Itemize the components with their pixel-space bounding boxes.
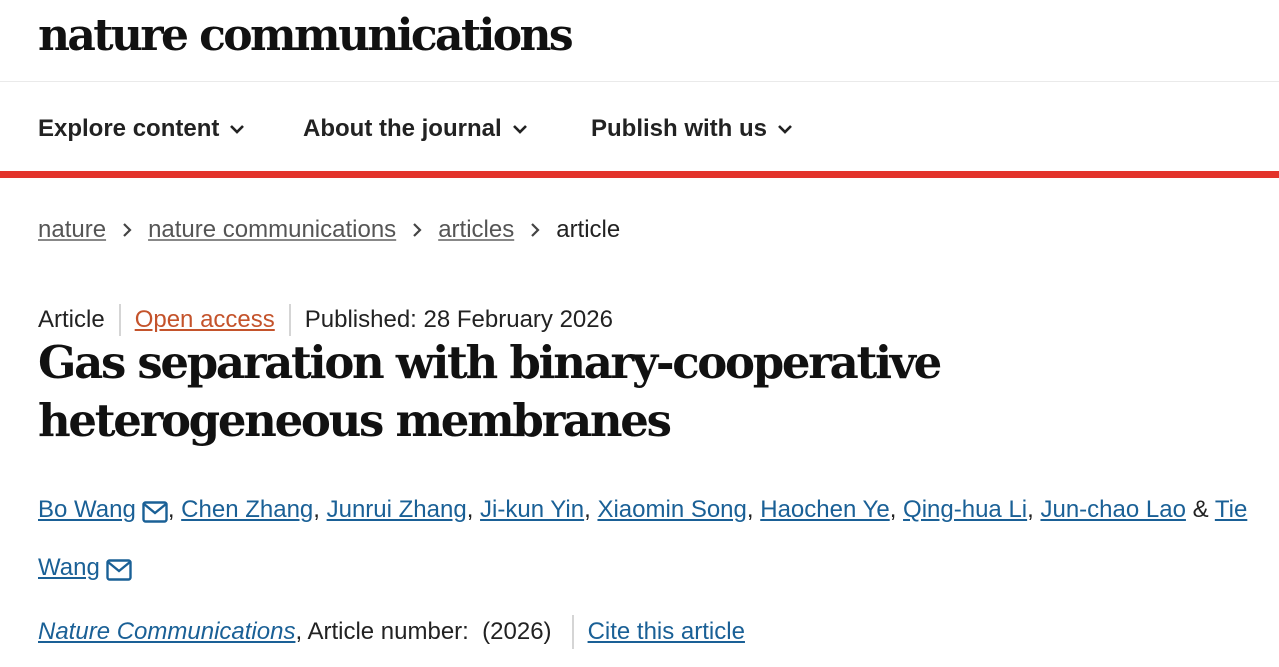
author-link[interactable]: Xiaomin Song [597, 496, 746, 523]
open-access-link[interactable]: Open access [135, 306, 275, 334]
nav-label: About the journal [303, 115, 502, 142]
divider [288, 304, 291, 336]
chevron-right-icon [122, 222, 132, 238]
chevron-down-icon [778, 125, 792, 134]
breadcrumb-nature-communications[interactable]: nature communications [148, 216, 396, 244]
nav-label: Explore content [38, 115, 220, 142]
author-list: Bo Wang, Chen Zhang, Junrui Zhang, Ji-ku… [38, 484, 1273, 600]
chevron-down-icon [230, 125, 245, 134]
citation-line: Nature Communications , Article number: … [38, 612, 745, 652]
mail-icon[interactable] [142, 490, 168, 542]
mail-icon[interactable] [106, 548, 132, 600]
author-link[interactable]: Junrui Zhang [327, 496, 467, 523]
breadcrumb-nature[interactable]: nature [38, 216, 106, 244]
author-link[interactable]: Ji-kun Yin [480, 496, 584, 523]
article-number: , Article number: (2026) [295, 618, 552, 645]
nav-publish-with-us[interactable]: Publish with us [591, 112, 793, 146]
breadcrumb-current: article [556, 216, 621, 243]
author-link[interactable]: Qing-hua Li [903, 496, 1027, 523]
author-link[interactable]: Chen Zhang [181, 496, 313, 523]
chevron-right-icon [412, 222, 422, 238]
cite-this-article-link[interactable]: Cite this article [588, 618, 745, 646]
chevron-down-icon [512, 125, 527, 134]
divider [571, 615, 574, 649]
site-header: nature communications [0, 0, 1279, 82]
site-logo[interactable]: nature communications [38, 8, 574, 64]
accent-bar [0, 171, 1279, 178]
published-date: Published: 28 February 2026 [304, 306, 613, 333]
author-link[interactable]: Haochen Ye [760, 496, 889, 523]
article-type: Article [38, 306, 105, 333]
chevron-right-icon [530, 222, 540, 238]
nav-explore-content[interactable]: Explore content [38, 112, 245, 146]
divider [118, 304, 121, 336]
article-meta: Article Open access Published: 28 Februa… [38, 302, 613, 338]
nav-label: Publish with us [591, 115, 768, 142]
author-link[interactable]: Jun-chao Lao [1040, 496, 1185, 523]
main-nav: Explore content About the journal Publis… [0, 82, 1279, 172]
nav-about-the-journal[interactable]: About the journal [303, 112, 528, 146]
breadcrumb: nature nature communications articles ar… [38, 212, 620, 248]
breadcrumb-articles[interactable]: articles [438, 216, 514, 244]
article-title: Gas separation with binary-cooperative h… [38, 336, 942, 447]
journal-name-link[interactable]: Nature Communications [38, 618, 295, 646]
author-link[interactable]: Bo Wang [38, 496, 136, 523]
